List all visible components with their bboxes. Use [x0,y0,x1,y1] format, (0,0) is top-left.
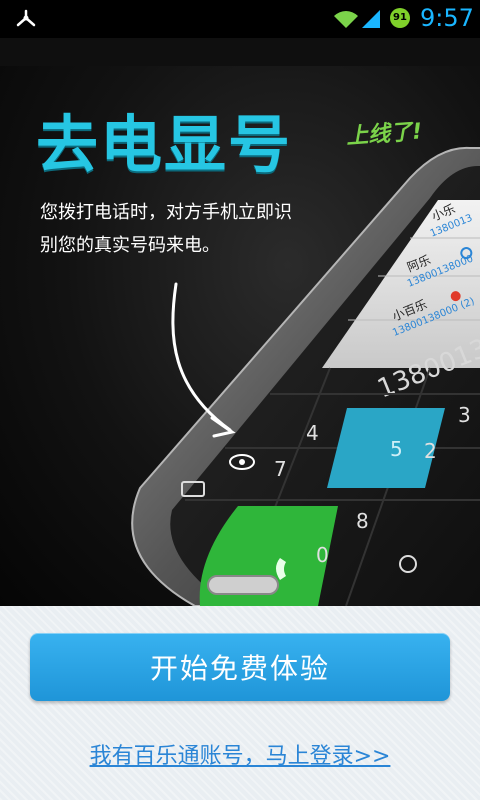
key-label: 7 [274,457,287,481]
key-label: 5 [390,437,403,461]
description-line-1: 您拨打电话时，对方手机立即识 [40,202,292,223]
notification-badge: 91 [390,8,410,28]
key-label: 4 [306,421,319,445]
signal-icon [362,10,380,28]
description-line-2: 别您的真实号码来电。 [40,235,220,256]
share-icon [16,9,36,27]
start-free-trial-button[interactable]: 开始免费体验 [30,633,450,701]
clock: 9:57 [420,4,474,32]
wifi-icon [334,11,358,28]
key-label: 0 [316,543,329,567]
hero-banner: 小乐 1380013 阿乐 13800138000 小百乐 1380013800… [0,38,480,606]
status-bar: 91 9:57 [0,0,480,38]
tagline: 上线了! [345,119,424,150]
key-label: 2 [424,439,437,463]
key-label: 3 [458,403,471,427]
headline: 去电显号 [36,108,293,181]
home-button [207,575,279,595]
key-label: 8 [356,509,369,533]
login-link[interactable]: 我有百乐通账号，马上登录>> [0,738,480,770]
action-panel: 开始免费体验 我有百乐通账号，马上登录>> [0,606,480,800]
